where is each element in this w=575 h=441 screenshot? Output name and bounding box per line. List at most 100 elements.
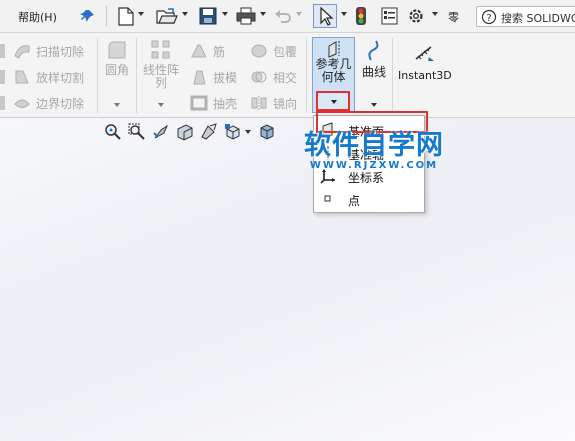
cursor-arrow-icon — [320, 6, 334, 26]
fillet-button[interactable]: 圆角 — [103, 39, 131, 84]
curves-label: 曲线 — [362, 65, 387, 79]
curves-icon — [368, 40, 379, 61]
chevron-down-icon[interactable] — [296, 12, 302, 16]
swept-cut-icon — [14, 45, 30, 59]
open-button[interactable] — [156, 6, 178, 26]
chevron-down-icon[interactable] — [182, 12, 188, 16]
undo-icon — [275, 10, 291, 23]
undo-button[interactable] — [274, 6, 292, 26]
point-icon — [320, 191, 336, 207]
help-menu[interactable]: 帮助(H) — [18, 9, 57, 25]
file-properties-button[interactable] — [381, 6, 398, 26]
mirror-button[interactable]: 镜向 — [250, 94, 297, 112]
rebuild-button[interactable] — [355, 6, 367, 26]
reference-geometry-icon — [328, 41, 340, 58]
reference-geometry-dropdown[interactable] — [316, 91, 350, 111]
chevron-down-icon[interactable] — [222, 12, 228, 16]
chevron-down-icon[interactable] — [158, 103, 164, 107]
lofted-cut-label: 放样切割 — [36, 70, 85, 85]
ribbon-separator — [392, 38, 393, 113]
intersect-label: 相交 — [273, 70, 298, 85]
pin-icon[interactable] — [80, 8, 96, 24]
boundary-cut-icon — [14, 99, 30, 108]
chevron-down-icon[interactable] — [432, 12, 438, 16]
search-placeholder: 搜索 SOLIDWORKS — [501, 12, 575, 25]
zoom-area-button[interactable] — [127, 122, 147, 142]
menu-item-point[interactable]: 点 — [314, 188, 424, 210]
menu-item-axis[interactable]: 基准轴 — [314, 142, 424, 164]
instant3d-label: Instant3D — [398, 69, 452, 82]
zoom-area-icon — [128, 123, 145, 140]
new-document-icon — [118, 6, 134, 26]
fillet-icon — [108, 41, 126, 59]
coordinate-system-icon — [320, 168, 336, 184]
options-button[interactable] — [407, 6, 425, 26]
rib-button[interactable]: 筋 — [190, 42, 225, 60]
shell-icon — [190, 95, 208, 111]
cutoff-icons — [0, 44, 5, 110]
draft-icon — [193, 70, 206, 85]
open-folder-icon — [156, 8, 178, 24]
section-view-button[interactable] — [175, 122, 195, 142]
menu-item-point-label: 点 — [348, 194, 361, 208]
dynamic-annotation-button[interactable] — [199, 122, 219, 142]
menu-item-coordinate-system-label: 坐标系 — [348, 171, 385, 185]
chevron-down-icon[interactable] — [243, 122, 253, 142]
intersect-button[interactable]: 相交 — [250, 68, 297, 86]
zoom-fit-icon — [105, 124, 121, 140]
ribbon-separator — [136, 38, 137, 113]
wrap-button[interactable]: 包覆 — [250, 42, 297, 60]
help-search-icon: ? — [481, 9, 497, 25]
chevron-down-icon[interactable] — [341, 12, 347, 16]
new-document-button[interactable] — [118, 6, 134, 26]
file-properties-icon — [381, 7, 398, 25]
chevron-down-icon[interactable] — [371, 103, 377, 107]
reference-geometry-label-2: 何体 — [321, 70, 346, 84]
axis-icon — [320, 145, 336, 161]
menu-item-coordinate-system[interactable]: 坐标系 — [314, 165, 424, 187]
mirror-label: 镜向 — [273, 96, 298, 111]
ribbon-separator — [306, 38, 307, 113]
linear-pattern-icon — [151, 40, 170, 59]
shell-label: 抽壳 — [213, 96, 238, 111]
chevron-down-icon[interactable] — [138, 12, 144, 16]
menu-item-axis-label: 基准轴 — [348, 148, 385, 162]
reference-geometry-label: 参考几 何体 — [313, 58, 354, 84]
lofted-cut-icon — [15, 70, 29, 84]
features-ribbon: 扫描切除 放样切割 边界切除 圆角 线性阵 列 筋 拔模 抽壳 包覆 相交 镜向… — [0, 33, 575, 118]
chevron-down-icon[interactable] — [260, 12, 266, 16]
draft-label: 拔模 — [213, 70, 238, 85]
print-button[interactable] — [236, 6, 256, 26]
draft-button[interactable]: 拔模 — [190, 68, 237, 86]
instant3d-icon — [415, 46, 434, 61]
boundary-cut-button[interactable]: 边界切除 — [13, 94, 84, 112]
linear-pattern-label-2: 列 — [154, 76, 167, 90]
heads-up-view-toolbar — [103, 121, 281, 143]
zoom-to-fit-button[interactable] — [103, 122, 123, 142]
display-style-button[interactable] — [257, 122, 277, 142]
chevron-down-icon — [331, 100, 337, 104]
printer-icon — [236, 7, 256, 25]
linear-pattern-button[interactable]: 线性阵 列 — [140, 39, 182, 90]
select-button[interactable] — [313, 4, 337, 28]
save-button[interactable] — [199, 6, 217, 26]
swept-cut-button[interactable]: 扫描切除 — [13, 42, 84, 60]
rib-icon — [191, 44, 207, 58]
intersect-icon — [251, 71, 267, 83]
lofted-cut-button[interactable]: 放样切割 — [13, 68, 84, 86]
traffic-light-icon — [356, 7, 366, 25]
search-box[interactable]: ? 搜索 SOLIDWORKS — [476, 6, 575, 27]
menu-highlight-box — [316, 111, 428, 133]
more-label[interactable]: 零 — [448, 9, 459, 25]
graphics-area[interactable] — [0, 118, 575, 441]
previous-view-button[interactable] — [151, 122, 171, 142]
chevron-down-icon[interactable] — [114, 103, 120, 107]
toolbar-separator — [106, 6, 107, 26]
gear-icon — [409, 9, 423, 23]
shell-button[interactable]: 抽壳 — [190, 94, 237, 112]
boundary-cut-label: 边界切除 — [36, 96, 85, 111]
display-style-icon — [260, 124, 274, 140]
section-view-icon — [177, 124, 193, 141]
fillet-label: 圆角 — [104, 63, 129, 77]
view-orientation-button[interactable] — [223, 122, 243, 142]
